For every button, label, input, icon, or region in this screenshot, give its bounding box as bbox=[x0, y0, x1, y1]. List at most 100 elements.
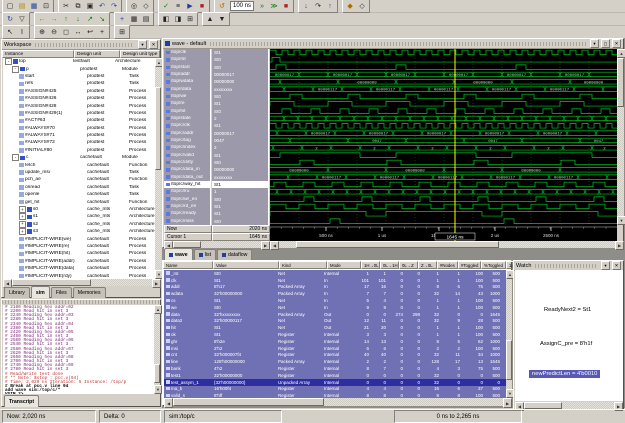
tab-list[interactable]: list bbox=[194, 249, 216, 260]
wave-signal-value-row[interactable]: St1 bbox=[212, 152, 268, 159]
scroll-thumb[interactable] bbox=[296, 241, 500, 248]
scroll-thumb[interactable] bbox=[617, 58, 624, 107]
tree-row[interactable]: #IMPLICIT-WIRE(addr)cachefaultProcess bbox=[3, 258, 155, 265]
scroll-up-icon[interactable]: ▲ bbox=[617, 49, 625, 58]
run-length-input[interactable]: 100 ns bbox=[230, 1, 254, 11]
add-wave-icon[interactable]: + bbox=[116, 14, 128, 24]
wave-signal-row[interactable]: /top/re bbox=[164, 100, 210, 107]
tree-row[interactable]: #ALWAYS#72prodtestProcess bbox=[3, 139, 155, 146]
tree-row[interactable]: pch_aecachefaultFunction bbox=[3, 176, 155, 183]
workspace-dock-icon[interactable]: ▾ bbox=[138, 40, 147, 49]
watch-item[interactable]: ReadyNext2 = St1 bbox=[541, 306, 594, 314]
tree-row[interactable]: #IMPLICIT-WIRE(re)cachefaultProcess bbox=[3, 243, 155, 250]
objects-column-header[interactable]: Mode bbox=[327, 261, 361, 269]
wave-signal-value-row[interactable]: 00000000 bbox=[212, 78, 268, 85]
compile-all-icon[interactable]: ≡ bbox=[172, 1, 184, 11]
tree-row[interactable]: #ASSIGN#426prodtestProcess bbox=[3, 95, 155, 102]
scroll-left-icon[interactable]: ◀ bbox=[164, 398, 173, 408]
scroll-track[interactable] bbox=[279, 241, 615, 248]
transcript-grab-handle[interactable] bbox=[2, 300, 160, 304]
tree-row[interactable]: +s0cache_mtsArchitecture bbox=[3, 206, 155, 213]
wave-signal-row[interactable]: /top/c/data_in bbox=[164, 166, 210, 173]
restart-icon[interactable]: ↺ bbox=[216, 1, 228, 11]
workspace-grab-handle[interactable] bbox=[35, 43, 134, 47]
scroll-track[interactable] bbox=[617, 58, 624, 216]
wave-signal-value-row[interactable]: St0 bbox=[212, 64, 268, 71]
wave-grab-handle[interactable] bbox=[210, 42, 586, 46]
scroll-down-icon[interactable]: ▼ bbox=[617, 216, 625, 225]
scroll-up-icon[interactable]: ▲ bbox=[154, 305, 162, 314]
scroll-thumb[interactable] bbox=[155, 87, 161, 170]
expand-icon[interactable]: + bbox=[19, 206, 26, 213]
wave-signal-row[interactable]: /top/c/addr bbox=[164, 130, 210, 137]
tree-row[interactable]: #ASSIGN#429(1)prodtestProcess bbox=[3, 110, 155, 117]
wave-signal-row[interactable]: /top/state bbox=[164, 115, 210, 122]
next-edge-icon[interactable]: ↓ bbox=[72, 14, 84, 24]
watch-grab-handle[interactable] bbox=[535, 264, 597, 268]
objects-row[interactable]: test132'h00000000RegisterInternal0000320… bbox=[164, 372, 506, 379]
transcript-log[interactable]: # 2180 Reading hex addr=02# 2200 Read hi… bbox=[3, 305, 154, 394]
tab-transcript[interactable]: Transcript bbox=[4, 395, 39, 407]
break-icon[interactable]: ■ bbox=[196, 1, 208, 11]
wave-signal-value-row[interactable]: St1 bbox=[212, 122, 268, 129]
scroll-thumb[interactable] bbox=[173, 398, 324, 406]
run-icon[interactable]: » bbox=[256, 1, 268, 11]
wave-signal-row[interactable]: /top/c/dirty bbox=[164, 159, 210, 166]
wave-signal-value-row[interactable]: St1 bbox=[212, 49, 268, 56]
next-transition-icon[interactable]: → bbox=[48, 14, 60, 24]
tile-vertical-icon[interactable]: ◨ bbox=[172, 14, 184, 24]
prev-edge-icon[interactable]: ↑ bbox=[60, 14, 72, 24]
tree-row[interactable]: #ASSIGN#428prodtestProcess bbox=[3, 102, 155, 109]
copy-icon[interactable]: ⧉ bbox=[72, 1, 84, 11]
wave-signal-row[interactable]: /top/wdata bbox=[164, 78, 210, 85]
simulate-icon[interactable]: ▶ bbox=[184, 1, 196, 11]
step-over-icon[interactable]: ↷ bbox=[312, 1, 324, 11]
collapse-icon[interactable]: - bbox=[5, 58, 12, 65]
scroll-track[interactable] bbox=[173, 398, 503, 406]
collapse-icon[interactable]: - bbox=[12, 66, 19, 73]
wave-signal-row[interactable]: /top/c/rd_en bbox=[164, 203, 210, 210]
edit-mode-icon[interactable]: I bbox=[16, 27, 28, 37]
objects-row[interactable]: okSt1RegisterInternal330011100500500 (0.… bbox=[164, 331, 506, 338]
objects-column-header[interactable]: #Nodes bbox=[437, 261, 458, 269]
transcript-vertical-scrollbar[interactable]: ▲▼ bbox=[154, 305, 160, 394]
tree-row[interactable]: +s3cache_mtsArchitecture bbox=[3, 228, 155, 235]
wave-maximize-icon[interactable]: ◻ bbox=[601, 39, 610, 48]
tree-row[interactable]: +s2cache_mtsArchitecture bbox=[3, 221, 155, 228]
wave-close-icon[interactable]: ✕ bbox=[612, 39, 621, 48]
objects-row[interactable]: weSt0NetIn990011100500500 (0.477) bbox=[164, 304, 506, 311]
tree-row[interactable]: -ccachefaultModule bbox=[3, 154, 155, 161]
wave-dock-icon[interactable]: ▾ bbox=[590, 39, 599, 48]
wave-cursor-1-value[interactable]: 1645 ns bbox=[212, 233, 270, 241]
wave-signal-row[interactable]: /top/c/clk bbox=[164, 122, 210, 129]
wave-timeline-ruler[interactable]: 500 ns1 us1500 ns2 us2500 ns1645 ns bbox=[270, 225, 617, 241]
cascade-icon[interactable]: ⊞ bbox=[184, 14, 196, 24]
objects-row[interactable]: data32'hxxxxxxxxPacked ArrayOut002742983… bbox=[164, 311, 506, 318]
workspace-vertical-scrollbar[interactable]: ▲▼ bbox=[155, 58, 161, 279]
scroll-track[interactable] bbox=[155, 67, 161, 270]
tree-row[interactable]: -pprodtestModule bbox=[3, 65, 155, 72]
expand-icon[interactable]: + bbox=[19, 213, 26, 220]
wave-signal-value-row[interactable]: St0 bbox=[212, 93, 268, 100]
scroll-down-icon[interactable]: ▼ bbox=[154, 385, 162, 394]
waveform-canvas[interactable]: 0000001700000017000000170000001700000017… bbox=[270, 49, 617, 225]
scroll-track[interactable] bbox=[524, 402, 614, 409]
move-up-icon[interactable]: ▲ bbox=[204, 14, 216, 24]
wave-signal-value-row[interactable]: 00000017 bbox=[212, 130, 268, 137]
workspace-column-header[interactable]: Instance bbox=[2, 50, 74, 58]
objects-column-header[interactable]: Name bbox=[163, 261, 213, 269]
wave-signal-value-row[interactable]: St0 bbox=[212, 218, 268, 225]
refresh-icon[interactable]: ▽ bbox=[16, 14, 28, 24]
stop-icon[interactable]: ■ bbox=[280, 1, 292, 11]
wave-signal-value-row[interactable]: St1 bbox=[212, 210, 268, 217]
find-icon[interactable]: ◎ bbox=[128, 1, 140, 11]
objects-row[interactable]: ghr8'h2eRegisterInternal1413008562100010… bbox=[164, 338, 506, 345]
wave-signal-value-row[interactable]: St0 bbox=[212, 56, 268, 63]
scroll-thumb[interactable] bbox=[154, 364, 160, 384]
wave-signal-row[interactable]: /top/c/tag bbox=[164, 137, 210, 144]
tab-sim[interactable]: sim bbox=[31, 286, 50, 298]
wave-signal-value-row[interactable]: St0 bbox=[212, 159, 268, 166]
objects-row[interactable]: hitSt1NetOut21200011100500500 (0.477) bbox=[164, 324, 506, 331]
zoom-in-icon[interactable]: ⊕ bbox=[36, 27, 48, 37]
watch-dock-icon[interactable]: ▾ bbox=[601, 261, 610, 270]
